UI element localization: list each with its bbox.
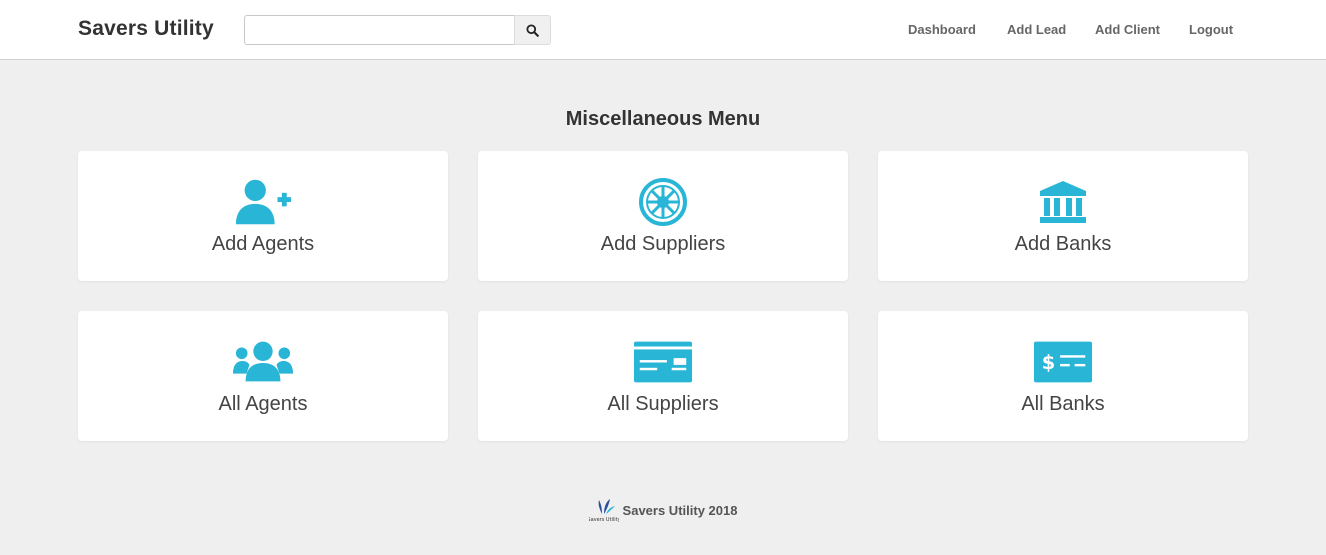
user-plus-icon [233,177,293,227]
card-label: Add Suppliers [600,233,726,255]
brand-logo: Savers Utility [589,499,619,522]
all-agents-card[interactable]: All Agents [78,311,448,441]
card-label: All Banks [1021,393,1105,415]
add-agents-card[interactable]: Add Agents [78,151,448,281]
card-label: All Agents [218,393,308,415]
credit-card-icon [633,337,693,387]
card-label: Add Agents [211,233,315,255]
money-check-icon: $ [1033,337,1093,387]
add-banks-card[interactable]: Add Banks [878,151,1248,281]
nav-dashboard[interactable]: Dashboard [908,22,976,37]
footer-text: Savers Utility 2018 [622,502,738,518]
users-group-icon [233,337,293,387]
all-banks-card[interactable]: $ All Banks [878,311,1248,441]
svg-text:$: $ [1042,351,1055,374]
bank-icon [1033,177,1093,227]
card-label: All Suppliers [607,393,719,415]
top-navbar: Savers Utility Dashboard Add Lead Add Cl… [0,0,1326,60]
footer: Savers Utility Savers Utility 2018 [0,496,1326,524]
nav-add-lead[interactable]: Add Lead [1007,22,1066,37]
svg-text:Savers Utility: Savers Utility [589,517,619,522]
page-title: Miscellaneous Menu [565,108,761,130]
all-suppliers-card[interactable]: All Suppliers [478,311,848,441]
nav-menu: Dashboard Add Lead Add Client Logout [0,22,1326,42]
empire-emblem-icon [633,177,693,227]
nav-add-client[interactable]: Add Client [1095,22,1160,37]
add-suppliers-card[interactable]: Add Suppliers [478,151,848,281]
nav-logout[interactable]: Logout [1189,22,1233,37]
card-label: Add Banks [1014,233,1112,255]
